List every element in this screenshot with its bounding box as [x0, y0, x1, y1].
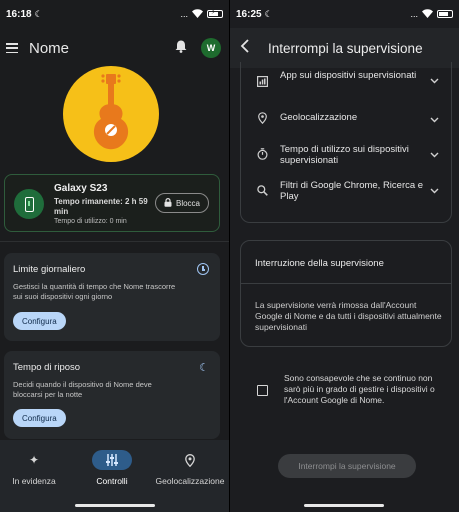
- bottom-navigation: ✦ In evidenza Controlli Geolocalizzazion…: [0, 440, 229, 512]
- do-not-disturb-icon: ☾: [34, 8, 43, 19]
- do-not-disturb-icon: ☾: [264, 8, 273, 19]
- downtime-description: Decidi quando il dispositivo di Nome dev…: [13, 380, 152, 399]
- permissions-card: App sui dispositivi supervisionati Geolo…: [240, 62, 452, 223]
- status-dots: ...: [180, 9, 188, 19]
- downtime-card[interactable]: Tempo di riposo ☾ Decidi quando il dispo…: [4, 351, 220, 439]
- sliders-icon: [92, 450, 132, 470]
- moon-icon: ☾: [199, 362, 209, 374]
- daily-limit-card[interactable]: Limite giornaliero Gestisci la quantità …: [4, 253, 220, 341]
- permission-row-screen-time[interactable]: Tempo di utilizzo sui dispositivi superv…: [241, 144, 451, 172]
- nav-label-controls: Controlli: [96, 476, 128, 486]
- clock-icon: [197, 263, 209, 275]
- nav-item-location[interactable]: Geolocalizzazione: [152, 450, 228, 486]
- lock-device-button[interactable]: Blocca: [154, 193, 209, 213]
- chevron-down-icon: [430, 115, 439, 125]
- search-icon: [255, 185, 269, 199]
- sparkle-icon: ✦: [28, 453, 40, 467]
- nav-label-location: Geolocalizzazione: [155, 476, 225, 486]
- permission-row-filters[interactable]: Filtri di Google Chrome, Ricerca e Play: [241, 180, 451, 208]
- device-name: Galaxy S23: [54, 183, 108, 194]
- permission-row-location[interactable]: Geolocalizzazione: [241, 112, 451, 128]
- nav-label-highlights: In evidenza: [12, 476, 56, 486]
- status-time-right: 16:25: [236, 8, 262, 20]
- child-profile-illustration: [63, 66, 159, 162]
- status-icons-right: ...: [410, 8, 453, 20]
- section-divider: [0, 241, 229, 242]
- stop-supervision-heading: Interruzione della supervisione: [255, 258, 384, 269]
- battery-icon: [437, 10, 453, 18]
- daily-limit-description: Gestisci la quantità di tempo che Nome t…: [13, 282, 176, 301]
- wifi-icon: [192, 8, 203, 20]
- phone-icon: [14, 189, 44, 219]
- status-dots-right: ...: [410, 9, 418, 19]
- battery-icon: [207, 8, 223, 18]
- wifi-icon: [422, 8, 433, 20]
- device-card[interactable]: Galaxy S23 Tempo rimanente: 2 h 59 min T…: [4, 174, 220, 232]
- lock-button-label: Blocca: [175, 198, 200, 208]
- permission-label-screen-time: Tempo di utilizzo sui dispositivi superv…: [280, 144, 409, 166]
- device-usage-time: Tempo di utilizzo: 0 min: [54, 218, 127, 225]
- stop-supervision-button[interactable]: Interrompi la supervisione: [278, 454, 416, 478]
- gesture-bar-right: [304, 504, 384, 507]
- stop-supervision-info-card: Interruzione della supervisione La super…: [240, 240, 452, 347]
- downtime-configure-button[interactable]: Configura: [13, 409, 66, 427]
- chevron-down-icon: [430, 76, 439, 86]
- location-pin-icon: [152, 450, 228, 470]
- device-remaining-time: Tempo rimanente: 2 h 59 min: [54, 197, 148, 216]
- notifications-bell-icon[interactable]: [175, 40, 187, 56]
- timer-icon: [255, 148, 269, 163]
- permission-label-apps: App sui dispositivi supervisionati: [280, 70, 417, 81]
- page-title-right: Interrompi la supervisione: [268, 40, 423, 56]
- chevron-down-icon: [430, 186, 439, 196]
- back-arrow-icon[interactable]: [240, 38, 250, 58]
- permission-label-filters: Filtri di Google Chrome, Ricerca e Play: [280, 180, 424, 202]
- daily-limit-title: Limite giornaliero: [13, 264, 86, 275]
- lock-icon: [164, 197, 172, 209]
- status-icons: ...: [180, 8, 223, 20]
- location-pin-icon: [255, 112, 269, 127]
- status-time: 16:18: [6, 8, 32, 20]
- page-title: Nome: [29, 39, 70, 57]
- card-divider: [241, 283, 451, 284]
- acknowledge-text: Sono consapevole che se continuo non sar…: [284, 373, 435, 405]
- stop-supervision-description: La supervisione verrà rimossa dall'Accou…: [255, 300, 442, 332]
- nav-item-controls[interactable]: Controlli: [84, 450, 140, 486]
- permission-label-location: Geolocalizzazione: [280, 112, 358, 123]
- gesture-bar: [74, 504, 155, 507]
- chevron-down-icon: [430, 150, 439, 160]
- app-grid-icon: [255, 76, 269, 90]
- family-link-controls-screen: 16:18 ☾ ... Nome W Galaxy S23: [0, 0, 229, 512]
- account-avatar[interactable]: W: [201, 38, 221, 58]
- downtime-title: Tempo di riposo: [13, 362, 81, 373]
- menu-icon[interactable]: [6, 43, 18, 53]
- nav-item-highlights[interactable]: ✦ In evidenza: [6, 450, 62, 486]
- guitar-icon: [93, 74, 129, 150]
- top-app-bar: Nome W: [0, 34, 229, 62]
- status-bar-right: 16:25 ☾ ...: [230, 0, 459, 28]
- daily-limit-configure-button[interactable]: Configura: [13, 312, 66, 330]
- permission-row-apps[interactable]: App sui dispositivi supervisionati: [241, 70, 451, 98]
- status-bar: 16:18 ☾ ...: [0, 0, 229, 28]
- acknowledge-checkbox[interactable]: [257, 385, 268, 396]
